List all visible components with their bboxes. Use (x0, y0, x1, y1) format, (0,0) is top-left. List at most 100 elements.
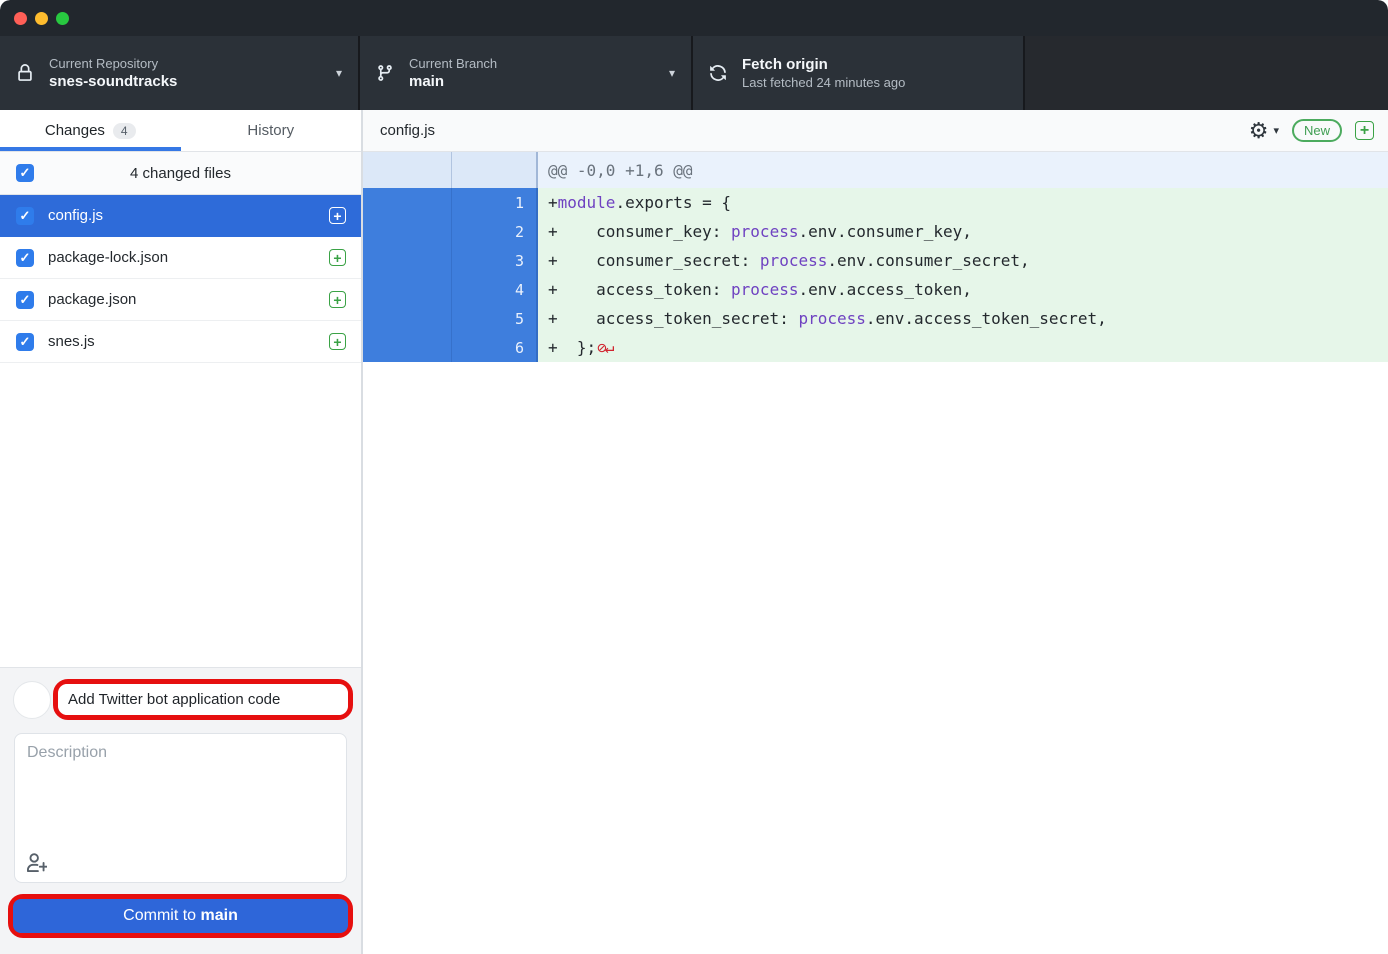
add-coauthor-icon[interactable] (27, 852, 47, 872)
added-file-icon: + (329, 249, 346, 266)
diff-body: @@ -0,0 +1,6 @@1+module.exports = {2+ co… (363, 152, 1388, 362)
chevron-down-icon: ▾ (1273, 124, 1279, 137)
added-file-icon: + (329, 291, 346, 308)
gutter-old-line[interactable] (363, 217, 452, 246)
diff-line-2[interactable]: 2+ consumer_key: process.env.consumer_ke… (363, 217, 1388, 246)
file-status-badge: New (1292, 119, 1342, 142)
diff-actions: ⚙ ▾ New + (1249, 119, 1374, 142)
gutter-old-line[interactable] (363, 275, 452, 304)
git-branch-icon (376, 64, 394, 82)
commit-summary-row: Add Twitter bot application code (8, 679, 353, 720)
gutter-old-line[interactable] (363, 188, 452, 217)
file-name: snes.js (48, 333, 315, 350)
gutter-new-line[interactable]: 4 (452, 275, 538, 304)
commit-description-input[interactable] (15, 734, 346, 846)
tab-history-label: History (247, 122, 294, 139)
diff-pane: config.js ⚙ ▾ New + @@ -0,0 +1,6 @@1+mod… (363, 110, 1388, 954)
chevron-down-icon: ▾ (336, 66, 342, 80)
tab-changes[interactable]: Changes 4 (0, 110, 181, 151)
gutter-new-line[interactable]: 3 (452, 246, 538, 275)
commit-button-highlight-annotation: Commit to main (8, 894, 353, 938)
check-icon: ✓ (20, 165, 31, 181)
fetch-origin-button[interactable]: Fetch origin Last fetched 24 minutes ago (693, 36, 1025, 110)
file-checkbox[interactable]: ✓ (16, 249, 34, 267)
diff-line-code: + access_token_secret: process.env.acces… (538, 304, 1388, 333)
summary-highlight-annotation: Add Twitter bot application code (53, 679, 353, 720)
sync-icon (709, 64, 727, 82)
titlebar (0, 0, 1388, 36)
github-desktop-window: Current Repository snes-soundtracks ▾ Cu… (0, 0, 1388, 954)
file-row-config.js[interactable]: ✓ config.js + (0, 195, 361, 237)
diff-options-button[interactable]: ⚙ ▾ (1249, 120, 1279, 142)
added-file-icon: + (329, 333, 346, 350)
lock-icon (16, 64, 34, 82)
commit-description-box (14, 733, 347, 883)
diff-line-code: + };⊘↵ (538, 333, 1388, 362)
commit-button-prefix: Commit to (123, 907, 200, 924)
file-checkbox[interactable]: ✓ (16, 291, 34, 309)
file-row-snes.js[interactable]: ✓ snes.js + (0, 321, 361, 363)
tab-changes-label: Changes (45, 122, 105, 139)
diff-line-6[interactable]: 6+ };⊘↵ (363, 333, 1388, 362)
gutter-new-line[interactable]: 2 (452, 217, 538, 246)
diff-line-code: +module.exports = { (538, 188, 1388, 217)
commit-summary-input[interactable]: Add Twitter bot application code (58, 684, 348, 715)
current-repository-value: snes-soundtracks (49, 73, 177, 90)
maximize-button[interactable] (56, 12, 69, 25)
file-list-empty-area (0, 363, 361, 667)
diff-line-code: + consumer_key: process.env.consumer_key… (538, 217, 1388, 246)
file-checkbox[interactable]: ✓ (16, 333, 34, 351)
select-all-row[interactable]: ✓ 4 changed files (0, 152, 361, 195)
diff-line-4[interactable]: 4+ access_token: process.env.access_toke… (363, 275, 1388, 304)
gutter-old-line[interactable] (363, 304, 452, 333)
file-row-package.json[interactable]: ✓ package.json + (0, 279, 361, 321)
expand-plus-icon[interactable]: + (1355, 121, 1374, 140)
file-name: config.js (48, 207, 315, 224)
diff-line-code: + access_token: process.env.access_token… (538, 275, 1388, 304)
current-repository-label: Current Repository (49, 56, 177, 71)
changed-files-count-label: 4 changed files (34, 165, 327, 182)
file-name: package.json (48, 291, 315, 308)
diff-line-5[interactable]: 5+ access_token_secret: process.env.acce… (363, 304, 1388, 333)
current-branch-value: main (409, 73, 497, 90)
hunk-header-text: @@ -0,0 +1,6 @@ (538, 152, 1388, 188)
changes-sidebar: Changes 4 History ✓ 4 changed files ✓ con… (0, 110, 363, 954)
sidebar-tabs: Changes 4 History (0, 110, 361, 152)
gutter-new-line[interactable]: 6 (452, 333, 538, 362)
gear-icon: ⚙ (1249, 120, 1269, 142)
changed-file-list: ✓ config.js + ✓ package-lock.json + ✓ package.j… (0, 195, 361, 363)
commit-button[interactable]: Commit to main (13, 899, 348, 933)
current-branch-label: Current Branch (409, 56, 497, 71)
gutter-new-line[interactable] (452, 152, 538, 188)
diff-header: config.js ⚙ ▾ New + (363, 110, 1388, 152)
chevron-down-icon: ▾ (669, 66, 675, 80)
current-repository-dropdown[interactable]: Current Repository snes-soundtracks ▾ (0, 36, 360, 110)
file-row-package-lock.json[interactable]: ✓ package-lock.json + (0, 237, 361, 279)
gutter-new-line[interactable]: 5 (452, 304, 538, 333)
no-newline-icon: ⊘↵ (597, 338, 612, 357)
diff-line-code: + consumer_secret: process.env.consumer_… (538, 246, 1388, 275)
diff-line-3[interactable]: 3+ consumer_secret: process.env.consumer… (363, 246, 1388, 275)
toolbar: Current Repository snes-soundtracks ▾ Cu… (0, 36, 1388, 110)
minimize-button[interactable] (35, 12, 48, 25)
current-branch-dropdown[interactable]: Current Branch main ▾ (360, 36, 693, 110)
gutter-new-line[interactable]: 1 (452, 188, 538, 217)
fetch-origin-subtitle: Last fetched 24 minutes ago (742, 75, 905, 90)
diff-file-name: config.js (380, 122, 1249, 139)
close-button[interactable] (14, 12, 27, 25)
commit-panel: Add Twitter bot application code Commit … (0, 667, 361, 954)
commit-button-branch: main (201, 907, 238, 924)
gutter-old-line[interactable] (363, 333, 452, 362)
gutter-old-line[interactable] (363, 246, 452, 275)
tab-history[interactable]: History (181, 110, 362, 151)
added-file-icon: + (329, 207, 346, 224)
main-content: Changes 4 History ✓ 4 changed files ✓ con… (0, 110, 1388, 954)
file-name: package-lock.json (48, 249, 315, 266)
gutter-old-line[interactable] (363, 152, 452, 188)
changes-count-badge: 4 (113, 123, 136, 139)
file-checkbox[interactable]: ✓ (16, 207, 34, 225)
diff-line-1[interactable]: 1+module.exports = { (363, 188, 1388, 217)
select-all-checkbox[interactable]: ✓ (16, 164, 34, 182)
fetch-origin-title: Fetch origin (742, 56, 905, 73)
hunk-header-row: @@ -0,0 +1,6 @@ (363, 152, 1388, 188)
